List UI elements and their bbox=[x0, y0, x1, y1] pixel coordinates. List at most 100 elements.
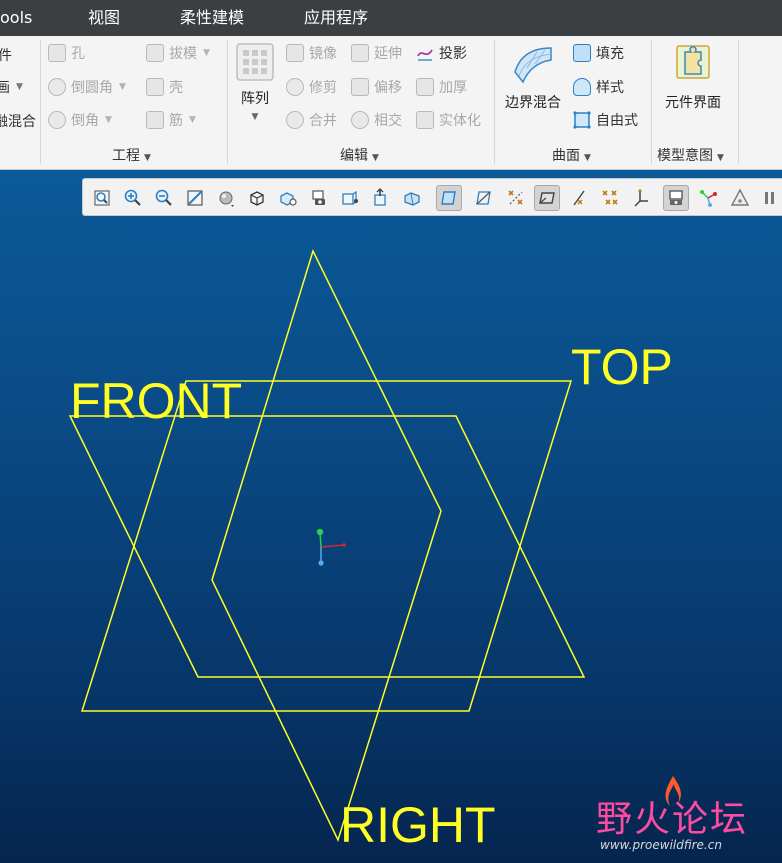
zoom-in-button[interactable] bbox=[120, 185, 146, 211]
style-icon bbox=[573, 78, 591, 96]
mirror-icon bbox=[286, 44, 304, 62]
saved-orientations-button[interactable] bbox=[244, 185, 270, 211]
project-button[interactable]: 投影 bbox=[416, 40, 467, 66]
clipped-label-3: 融混合 bbox=[0, 114, 36, 130]
menu-flexible-modeling[interactable]: 柔性建模 bbox=[180, 0, 244, 36]
chevron-down-icon: ▼ bbox=[105, 115, 112, 125]
solidify-button[interactable]: 实体化 bbox=[416, 107, 481, 133]
section-button[interactable] bbox=[399, 185, 425, 211]
shell-icon bbox=[146, 78, 164, 96]
clipped-button-3[interactable]: 融混合 bbox=[0, 108, 36, 134]
merge-label: 合并 bbox=[309, 113, 337, 129]
view-normal-icon bbox=[374, 188, 386, 206]
chevron-down-icon: ▼ bbox=[717, 153, 724, 163]
plane-display-button[interactable] bbox=[534, 185, 560, 211]
datum-planes bbox=[68, 248, 586, 843]
extend-icon bbox=[351, 44, 369, 62]
group-label-engineering[interactable]: 工程 ▼ bbox=[112, 146, 151, 166]
style-label: 样式 bbox=[596, 80, 624, 96]
plane-label-top[interactable]: TOP bbox=[571, 342, 673, 392]
component-interface-button[interactable]: 元件界面 bbox=[658, 42, 728, 112]
offset-icon bbox=[351, 78, 369, 96]
datum-plane-icon bbox=[441, 191, 456, 205]
display-style-icon bbox=[219, 191, 234, 207]
menu-view[interactable]: 视图 bbox=[88, 0, 120, 36]
plane-tag-display-button[interactable] bbox=[471, 185, 497, 211]
view-manager-button[interactable] bbox=[275, 185, 301, 211]
style-button[interactable]: 样式 bbox=[573, 74, 624, 100]
freestyle-label: 自由式 bbox=[596, 113, 638, 129]
draft-button[interactable]: 拔模 ▼ bbox=[146, 40, 210, 66]
watermark-title: 野火论坛 bbox=[596, 799, 749, 840]
solidify-label: 实体化 bbox=[439, 113, 481, 129]
graphics-area[interactable]: FRONT TOP RIGHT 野火论坛 www.proewildfire.cn bbox=[0, 170, 782, 863]
perspective-view-button[interactable] bbox=[306, 185, 332, 211]
round-button[interactable]: 倒圆角 ▼ bbox=[48, 74, 126, 100]
shell-button[interactable]: 壳 bbox=[146, 74, 183, 100]
camera-icon bbox=[312, 190, 325, 205]
view-normal-button[interactable] bbox=[368, 185, 394, 211]
rib-button[interactable]: 筋 ▼ bbox=[146, 107, 196, 133]
shell-label: 壳 bbox=[169, 80, 183, 96]
display-style-button[interactable] bbox=[213, 185, 239, 211]
mirror-button[interactable]: 镜像 bbox=[286, 40, 337, 66]
menu-applications[interactable]: 应用程序 bbox=[304, 0, 368, 36]
csys-display-button[interactable] bbox=[628, 185, 654, 211]
thicken-button[interactable]: 加厚 bbox=[416, 74, 467, 100]
group-separator bbox=[40, 40, 41, 164]
refit-button[interactable] bbox=[89, 185, 115, 211]
refit-icon bbox=[94, 190, 110, 206]
plane-label-front[interactable]: FRONT bbox=[70, 376, 242, 426]
group-label-model-intent[interactable]: 模型意图 ▼ bbox=[657, 146, 724, 166]
extend-button[interactable]: 延伸 bbox=[351, 40, 402, 66]
solidify-icon bbox=[416, 111, 434, 129]
point-icon bbox=[602, 190, 618, 205]
plane-display-icon bbox=[539, 192, 555, 204]
pattern-button[interactable]: 阵列 ▼ bbox=[233, 42, 277, 122]
thicken-icon bbox=[416, 78, 434, 96]
rib-icon bbox=[146, 111, 164, 129]
chevron-down-icon: ▼ bbox=[584, 153, 591, 163]
offset-button[interactable]: 偏移 bbox=[351, 74, 402, 100]
axis-tag-icon bbox=[573, 190, 585, 206]
spin-center-button[interactable] bbox=[337, 185, 363, 211]
menu-bar: ools 视图 柔性建模 应用程序 bbox=[0, 0, 782, 36]
chamfer-button[interactable]: 倒角 ▼ bbox=[48, 107, 112, 133]
intersect-icon bbox=[351, 111, 369, 129]
group-label-editing[interactable]: 编辑 ▼ bbox=[340, 146, 379, 166]
axis-tag-display-button[interactable] bbox=[566, 185, 592, 211]
clipped-button-2[interactable]: 画 ▼ bbox=[0, 74, 23, 100]
freestyle-button[interactable]: 自由式 bbox=[573, 107, 638, 133]
trim-button[interactable]: 修剪 bbox=[286, 74, 337, 100]
plane-label-right[interactable]: RIGHT bbox=[340, 800, 496, 850]
fill-button[interactable]: 填充 bbox=[573, 40, 624, 66]
warning-display-button[interactable] bbox=[727, 185, 753, 211]
group-separator bbox=[227, 40, 228, 164]
annotation-display-button[interactable] bbox=[663, 185, 689, 211]
pattern-icon bbox=[236, 43, 274, 81]
point-display-button[interactable] bbox=[597, 185, 623, 211]
project-icon bbox=[417, 49, 433, 61]
intersect-button[interactable]: 相交 bbox=[351, 107, 402, 133]
datum-plane-right[interactable] bbox=[211, 248, 442, 843]
merge-button[interactable]: 合并 bbox=[286, 107, 337, 133]
chamfer-icon bbox=[48, 111, 66, 129]
spin-center-display-button[interactable] bbox=[695, 185, 721, 211]
repaint-button[interactable] bbox=[182, 185, 208, 211]
ribbon: 件 画 ▼ 融混合 孔 拔模 ▼ 倒圆角 ▼ 壳 倒角 ▼ 筋 ▼ 工程 ▼ 阵… bbox=[0, 36, 782, 170]
clipped-button-1[interactable]: 件 bbox=[0, 42, 12, 68]
watermark: 野火论坛 www.proewildfire.cn bbox=[596, 776, 776, 860]
section-icon bbox=[404, 192, 420, 206]
merge-icon bbox=[286, 111, 304, 129]
zoom-out-button[interactable] bbox=[151, 185, 177, 211]
menu-tools[interactable]: ools bbox=[0, 0, 32, 36]
boundary-blend-button[interactable]: 边界混合 bbox=[500, 42, 566, 112]
axis-display-button[interactable] bbox=[503, 185, 529, 211]
fill-label: 填充 bbox=[596, 46, 624, 62]
hole-icon bbox=[48, 44, 66, 62]
plane-display-toggle[interactable] bbox=[436, 185, 462, 211]
hole-button[interactable]: 孔 bbox=[48, 40, 85, 66]
pause-button[interactable] bbox=[757, 185, 782, 211]
group-label-surfaces[interactable]: 曲面 ▼ bbox=[552, 146, 591, 166]
boundary-blend-icon bbox=[514, 47, 552, 84]
